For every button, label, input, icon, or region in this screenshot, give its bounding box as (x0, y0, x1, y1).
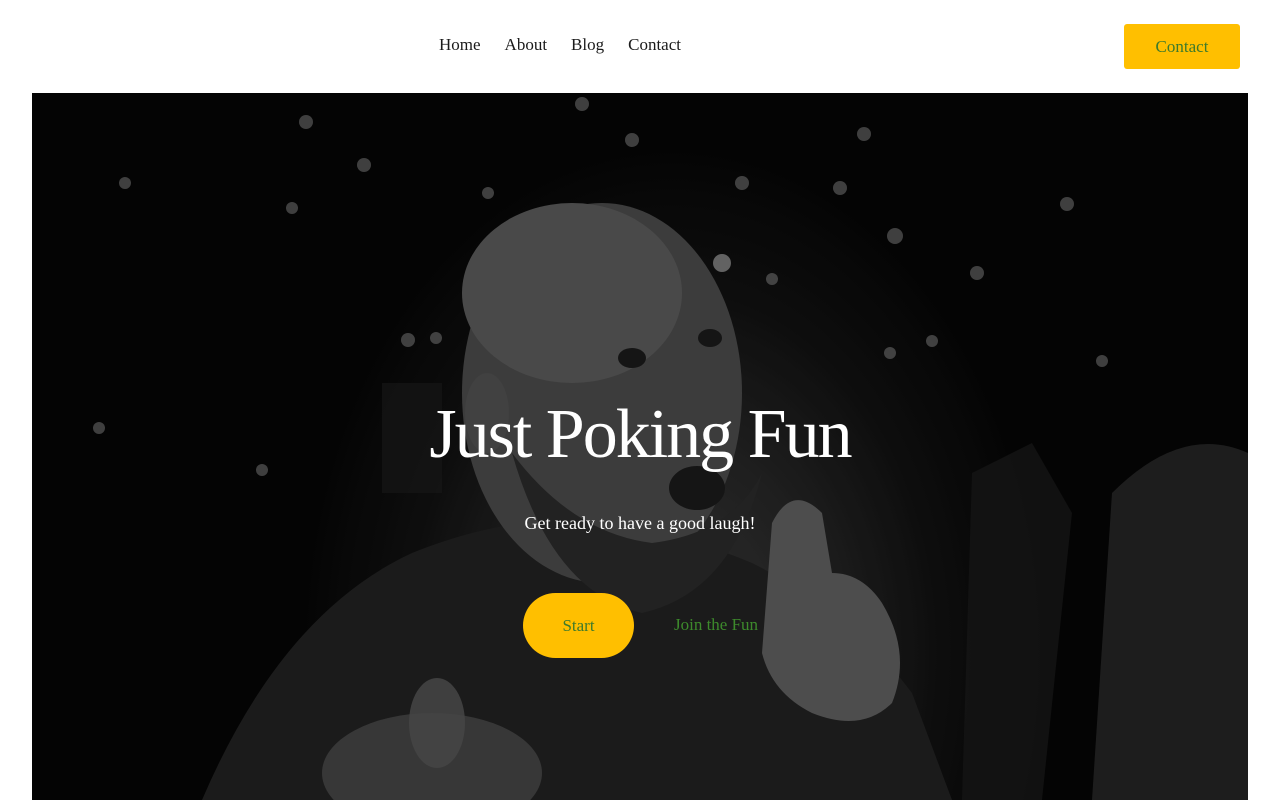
nav-contact-link[interactable]: Contact (628, 35, 681, 55)
hero-subtitle: Get ready to have a good laugh! (524, 513, 756, 533)
header-contact-button[interactable]: Contact (1124, 24, 1240, 69)
hero-section: Just Poking Fun Get ready to have a good… (32, 93, 1248, 800)
start-button[interactable]: Start (523, 593, 634, 658)
main-nav: Home About Blog Contact (439, 35, 681, 55)
site-header: Home About Blog Contact Contact (0, 0, 1280, 93)
nav-blog-link[interactable]: Blog (571, 35, 604, 55)
hero-title: Just Poking Fun (429, 396, 852, 473)
join-the-fun-link[interactable]: Join the Fun (674, 615, 758, 635)
nav-about-link[interactable]: About (505, 35, 548, 55)
nav-home-link[interactable]: Home (439, 35, 481, 55)
